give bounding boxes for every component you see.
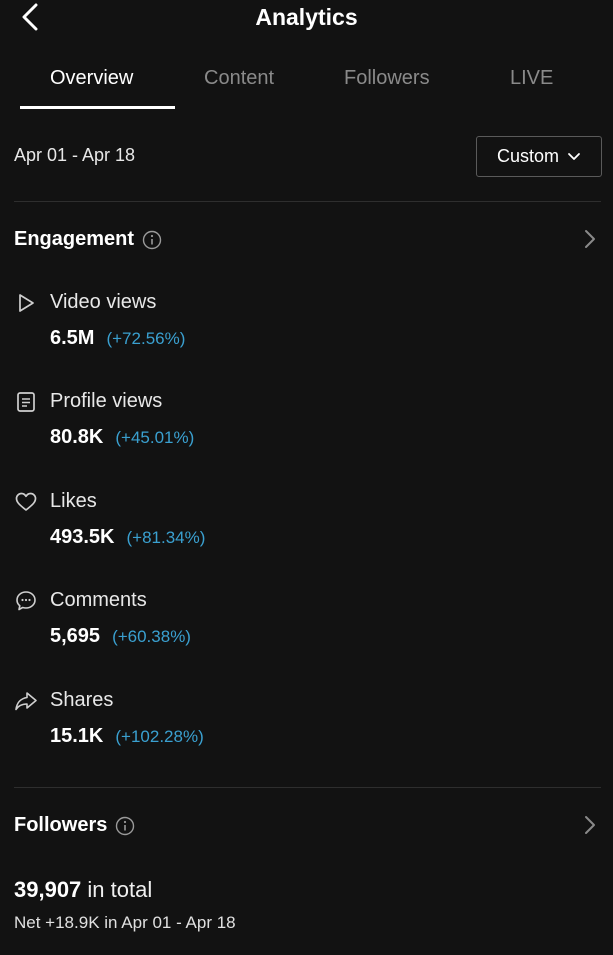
followers-total-suffix: in total (87, 877, 153, 902)
info-icon[interactable] (115, 816, 135, 836)
metric-label: Profile views (50, 390, 163, 412)
chevron-down-icon (568, 152, 580, 160)
metric-change: (+81.34%) (126, 528, 206, 547)
metric-label: Comments (50, 589, 147, 611)
profile-card-icon (14, 390, 38, 414)
metric-profile-views[interactable]: Profile views 80.8K (+45.01%) (0, 390, 613, 470)
play-icon (14, 291, 38, 315)
engagement-title: Engagement (14, 228, 135, 250)
metric-value-row: 6.5M (+72.56%) (50, 327, 185, 350)
metric-change: (+102.28%) (115, 727, 204, 746)
followers-title: Followers (14, 814, 108, 836)
chevron-right-icon[interactable] (583, 229, 597, 249)
followers-total: 39,907 in total (14, 877, 152, 903)
chevron-right-icon[interactable] (583, 815, 597, 835)
metric-comments[interactable]: Comments 5,695 (+60.38%) (0, 589, 613, 669)
tab-followers[interactable]: Followers (344, 67, 430, 90)
info-icon[interactable] (142, 230, 162, 250)
active-tab-indicator (20, 106, 175, 109)
custom-range-button[interactable]: Custom (476, 136, 602, 177)
metric-likes[interactable]: Likes 493.5K (+81.34%) (0, 490, 613, 570)
metric-value-row: 5,695 (+60.38%) (50, 625, 191, 648)
metric-label: Likes (50, 490, 97, 512)
page-title: Analytics (255, 4, 358, 30)
date-range-label: Apr 01 - Apr 18 (14, 145, 136, 165)
tab-content[interactable]: Content (204, 67, 274, 90)
tab-live[interactable]: LIVE (510, 67, 553, 90)
metric-value-row: 15.1K (+102.28%) (50, 725, 204, 748)
followers-total-value: 39,907 (14, 877, 82, 902)
comment-icon (14, 589, 38, 613)
metric-value: 15.1K (50, 725, 104, 747)
metric-change: (+60.38%) (112, 627, 191, 646)
metric-label: Shares (50, 689, 114, 711)
tab-bar: Overview Content Followers LIVE (0, 60, 613, 110)
divider (14, 201, 601, 202)
followers-net-change: Net +18.9K in Apr 01 - Apr 18 (14, 913, 236, 932)
metric-value: 493.5K (50, 526, 115, 548)
metric-value: 6.5M (50, 327, 95, 349)
divider (14, 787, 601, 788)
heart-icon (14, 490, 38, 514)
metric-value-row: 493.5K (+81.34%) (50, 526, 205, 549)
metric-value: 5,695 (50, 625, 101, 647)
metric-label: Video views (50, 291, 157, 313)
engagement-header[interactable]: Engagement (14, 228, 162, 251)
custom-range-label: Custom (496, 146, 559, 166)
followers-header[interactable]: Followers (14, 814, 135, 837)
tab-overview[interactable]: Overview (50, 67, 133, 90)
metric-shares[interactable]: Shares 15.1K (+102.28%) (0, 689, 613, 769)
metric-change: (+72.56%) (106, 329, 186, 348)
metric-value-row: 80.8K (+45.01%) (50, 426, 194, 449)
metric-value: 80.8K (50, 426, 104, 448)
share-icon (14, 689, 38, 713)
app-header: Analytics (0, 0, 613, 40)
metric-change: (+45.01%) (115, 428, 195, 447)
metric-video-views[interactable]: Video views 6.5M (+72.56%) (0, 291, 613, 371)
